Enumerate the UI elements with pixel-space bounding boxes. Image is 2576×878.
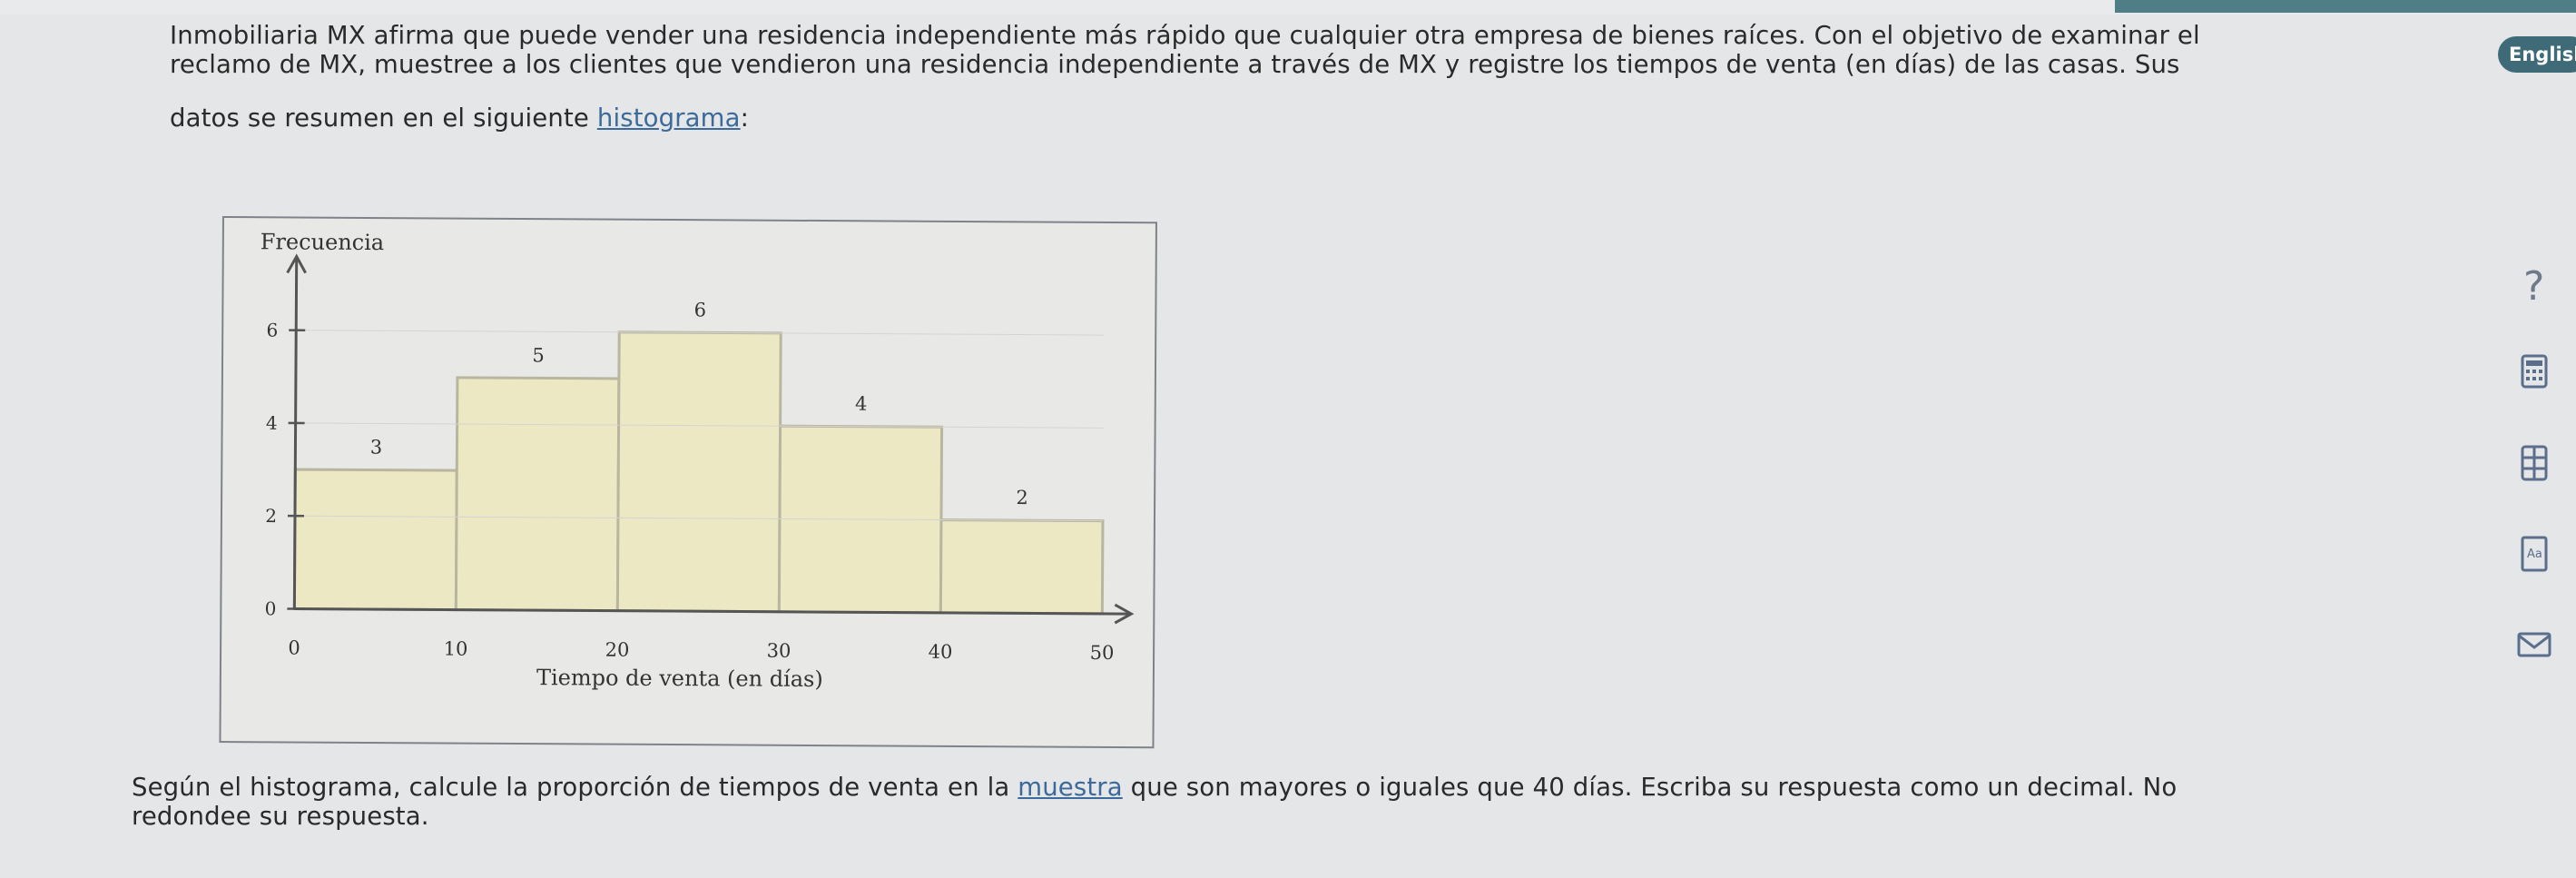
y-tick-label: 2 — [265, 505, 277, 527]
x-axis-label: Tiempo de venta (en días) — [536, 665, 823, 692]
y-axis-label: Frecuencia — [261, 229, 384, 255]
x-tick-label: 0 — [288, 636, 300, 658]
data-table-icon[interactable] — [2514, 443, 2554, 483]
language-button[interactable]: English — [2498, 36, 2576, 73]
textbook-icon[interactable]: Aa — [2514, 534, 2554, 574]
intro-line-3: datos se resumen en el siguiente histogr… — [170, 104, 749, 133]
question-line-2: redondee su respuesta. — [132, 802, 429, 831]
histogram-bar — [939, 518, 1105, 616]
bar-value-label: 3 — [370, 437, 383, 459]
question-line-1: Según el histograma, calcule la proporci… — [132, 774, 2177, 802]
y-tick-label: 0 — [265, 597, 277, 619]
sample-link[interactable]: muestra — [1018, 773, 1122, 802]
histogram-svg: 3 5 6 4 2 0 2 4 6 0 10 20 30 40 50 Frecuencia Tiempo de… — [261, 229, 1135, 692]
histogram-bar — [454, 376, 621, 613]
intro-line-1: Inmobiliaria MX afirma que puede vender … — [170, 21, 2200, 50]
y-tick-label: 6 — [266, 319, 278, 340]
message-icon[interactable] — [2514, 625, 2554, 665]
intro-line-2: reclamo de MX, muestree a los clientes q… — [170, 50, 2180, 79]
x-tick-label: 40 — [929, 641, 953, 663]
bar-value-label: 5 — [532, 344, 545, 366]
question-text-b: que son mayores o iguales que 40 días. E… — [1122, 773, 2178, 802]
histogram-link[interactable]: histograma — [597, 104, 741, 133]
intro-line-3-text: datos se resumen en el siguiente — [170, 104, 597, 133]
histogram-chart: 3 5 6 4 2 0 2 4 6 0 10 20 30 40 50 Frecuencia Tiempo de… — [219, 216, 1157, 749]
bar-value-label: 6 — [694, 299, 707, 321]
top-bar-accent — [2115, 0, 2576, 13]
intro-line-3-colon: : — [740, 104, 750, 133]
histogram-bar — [615, 330, 782, 614]
calculator-icon[interactable] — [2514, 352, 2554, 392]
question-text-a: Según el histograma, calcule la proporci… — [132, 773, 1018, 802]
svg-text:Aa: Aa — [2527, 548, 2542, 561]
bar-value-label: 2 — [1016, 487, 1028, 508]
bar-value-label: 4 — [855, 393, 868, 415]
y-tick-label: 4 — [266, 412, 278, 434]
x-tick-label: 10 — [444, 637, 468, 659]
histogram-bar — [292, 468, 458, 612]
x-tick-label: 30 — [767, 640, 791, 662]
x-tick-label: 20 — [605, 639, 630, 661]
x-tick-label: 50 — [1090, 642, 1115, 664]
help-icon[interactable]: ? — [2523, 263, 2544, 310]
